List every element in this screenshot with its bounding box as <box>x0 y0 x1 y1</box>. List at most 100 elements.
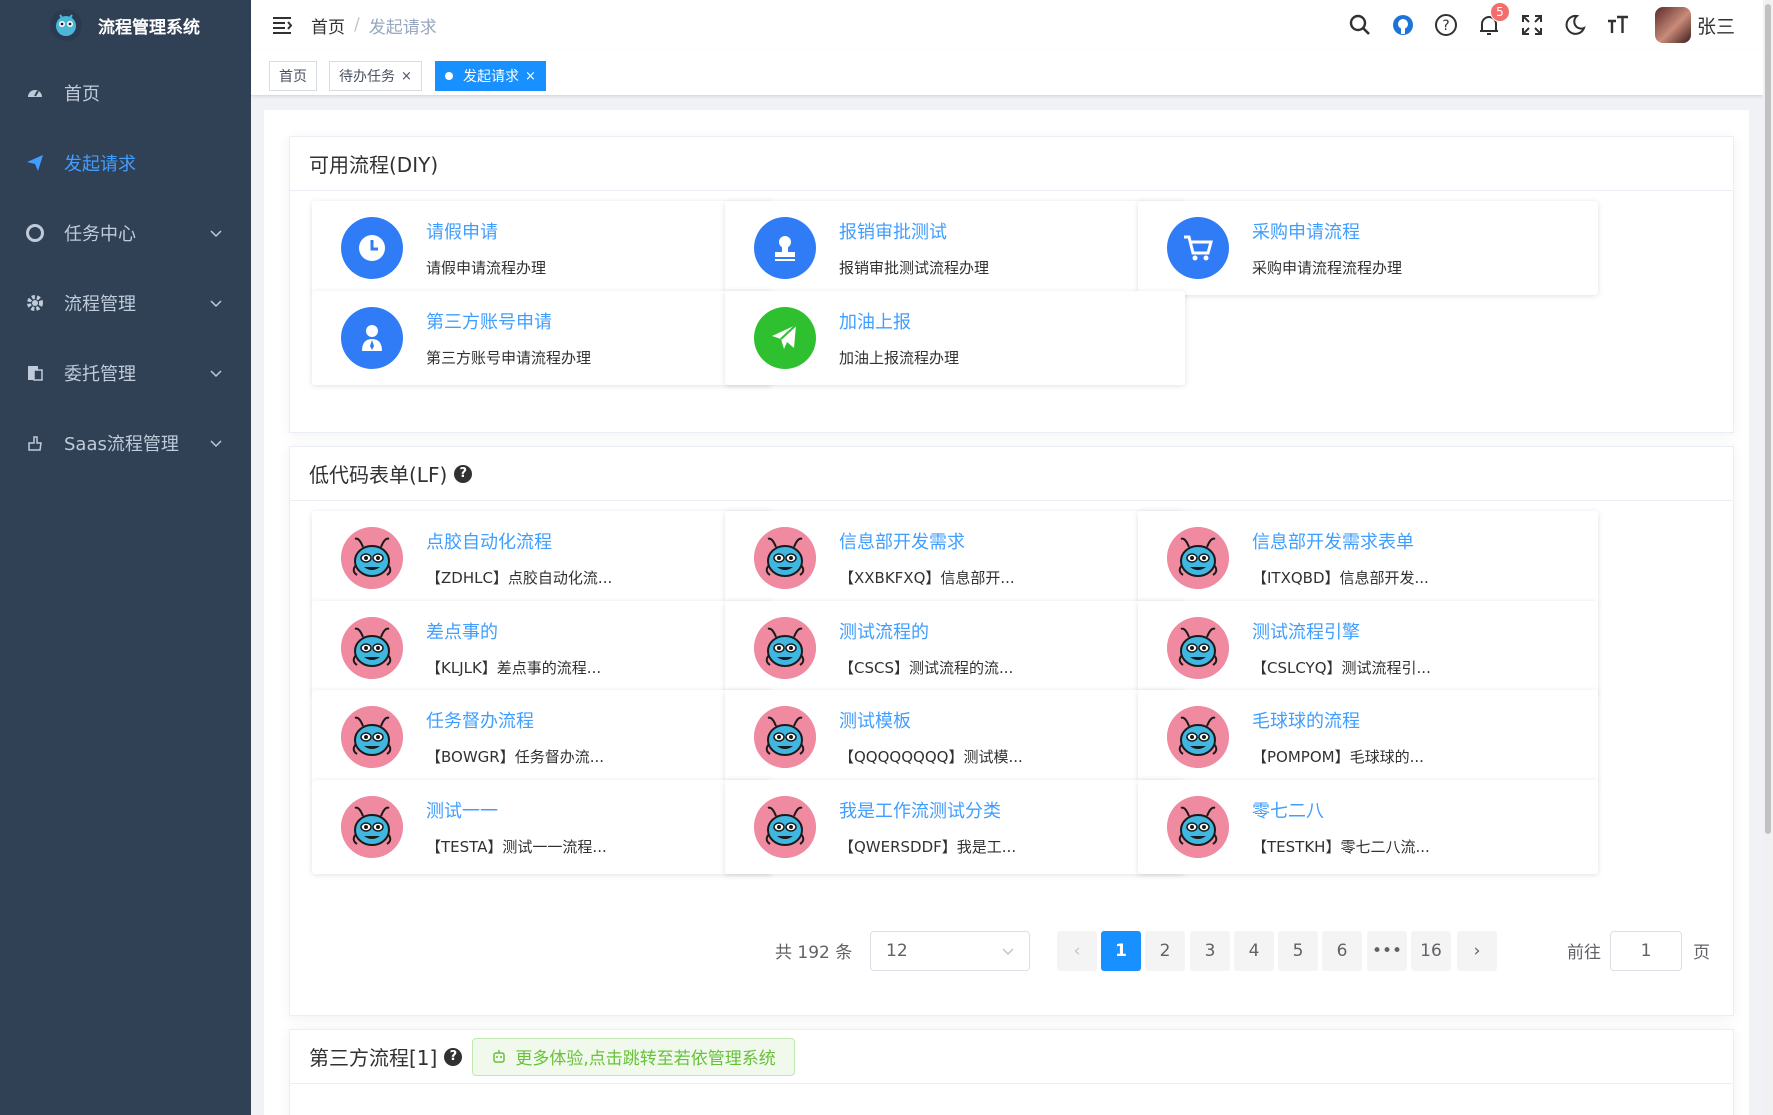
page-number-button[interactable]: 5 <box>1278 931 1318 971</box>
tag-home[interactable]: 首页 <box>269 61 317 91</box>
sidebar-item-delegation[interactable]: 委托管理 <box>0 338 251 408</box>
lf-process-item[interactable]: 毛球球的流程 【POMPOM】毛球球的... <box>1138 690 1598 784</box>
process-item-title[interactable]: 测试流程引擎 <box>1252 618 1360 644</box>
hamburger-icon[interactable] <box>271 14 293 36</box>
username[interactable]: 张三 <box>1697 12 1735 39</box>
process-item-title[interactable]: 第三方账号申请 <box>426 308 552 334</box>
process-item-title[interactable]: 任务督办流程 <box>426 707 534 733</box>
help-icon[interactable]: ? <box>454 464 473 483</box>
process-item-title[interactable]: 点胶自动化流程 <box>426 528 552 554</box>
page-number-button[interactable]: 16 <box>1411 931 1451 971</box>
process-item-title[interactable]: 零七二八 <box>1252 797 1324 823</box>
sidebar-item-home[interactable]: 首页 <box>0 58 251 128</box>
close-icon[interactable]: × <box>525 69 536 84</box>
process-item-title[interactable]: 测试模板 <box>839 707 911 733</box>
page-number-button[interactable]: 1 <box>1101 931 1141 971</box>
process-item-title[interactable]: 测试流程的 <box>839 618 929 644</box>
diy-process-item[interactable]: 第三方账号申请 第三方账号申请流程办理 <box>312 290 772 385</box>
lf-process-item[interactable]: 点胶自动化流程 【ZDHLC】点胶自动化流... <box>312 511 772 605</box>
third-party-card: 第三方流程[1] ? 更多体验,点击跳转至若依管理系统 <box>289 1029 1734 1115</box>
sidebar-menu: 首页 发起请求 任务中心 流程管理 委托管理 Saas流程管理 <box>0 58 251 478</box>
avatar[interactable] <box>1654 7 1691 43</box>
stamp-icon <box>754 217 816 279</box>
robot-icon <box>493 1049 506 1063</box>
close-icon[interactable]: × <box>401 69 412 84</box>
github-icon[interactable] <box>1390 12 1416 38</box>
diy-process-item[interactable]: 加油上报 加油上报流程办理 <box>725 290 1185 385</box>
sidebar-item-saas[interactable]: Saas流程管理 <box>0 408 251 478</box>
svg-text:?: ? <box>1442 18 1449 34</box>
page-number-button[interactable]: 6 <box>1322 931 1362 971</box>
process-item-title[interactable]: 信息部开发需求 <box>839 528 965 554</box>
mascot-icon <box>754 795 816 858</box>
process-item-title[interactable]: 采购申请流程 <box>1252 218 1360 244</box>
lf-process-item[interactable]: 任务督办流程 【BOWGR】任务督办流... <box>312 690 772 784</box>
lf-process-item[interactable]: 零七二八 【TESTKH】零七二八流... <box>1138 779 1598 874</box>
card-header: 可用流程(DIY) <box>290 137 1733 191</box>
lf-process-item[interactable]: 测试流程引擎【CSLCYQ】测试流程引... <box>1138 600 1598 695</box>
goto-page-input[interactable]: 1 <box>1610 931 1682 971</box>
help-icon[interactable]: ? <box>444 1047 463 1066</box>
header-actions: ? 5 张三 <box>1330 0 1735 50</box>
process-item-title[interactable]: 请假申请 <box>426 218 498 244</box>
lf-process-item[interactable]: 我是工作流测试分类 【QWERSDDF】我是工... <box>725 779 1185 874</box>
pagination: 共 192 条 12 ‹ 1 2 3 4 5 6 ••• 16 › 前往 1 页 <box>290 929 1735 971</box>
sidebar-item-start-request[interactable]: 发起请求 <box>0 128 251 198</box>
lf-process-item[interactable]: 测试流程的【CSCS】测试流程的流... <box>725 600 1185 695</box>
breadcrumb-home[interactable]: 首页 <box>311 13 345 38</box>
process-item-desc: 请假申请流程办理 <box>426 259 547 277</box>
next-page-button[interactable]: › <box>1457 931 1497 971</box>
diy-process-item[interactable]: 采购申请流程 采购申请流程流程办理 <box>1138 201 1598 295</box>
notice-text: 更多体验,点击跳转至若依管理系统 <box>515 1049 776 1069</box>
process-item-desc: 【CSLCYQ】测试流程引... <box>1252 658 1431 677</box>
lf-process-item[interactable]: 差点事的【KLJLK】差点事的流程... <box>312 600 772 695</box>
card-header: 低代码表单(LF) ? <box>290 447 1733 501</box>
process-item-title[interactable]: 我是工作流测试分类 <box>839 797 1001 823</box>
moon-icon[interactable] <box>1562 12 1588 38</box>
mascot-icon <box>1167 527 1229 589</box>
sidebar-item-process-management[interactable]: 流程管理 <box>0 268 251 338</box>
more-pages-button[interactable]: ••• <box>1367 931 1407 971</box>
process-item-desc: 【CSCS】测试流程的流... <box>839 658 1014 677</box>
prev-page-button[interactable]: ‹ <box>1057 931 1097 971</box>
process-item-title[interactable]: 信息部开发需求表单 <box>1252 528 1414 554</box>
tags-view: 首页 待办任务 × 发起请求 × <box>251 50 1773 96</box>
bell-icon[interactable]: 5 <box>1476 2 1510 38</box>
app-title: 流程管理系统 <box>98 17 200 38</box>
diy-process-card: 可用流程(DIY) 请假申请 请假申请流程办理 报销审批测试 报销审批测试流程办理 采购… <box>289 136 1734 433</box>
font-size-icon[interactable] <box>1605 12 1631 38</box>
scrollbar-thumb[interactable] <box>1765 4 1771 834</box>
fullscreen-icon[interactable] <box>1519 12 1545 38</box>
jump-notice[interactable]: 更多体验,点击跳转至若依管理系统 <box>472 1037 795 1076</box>
lf-process-item[interactable]: 测试一一 【TESTA】测试一一流程... <box>312 779 772 874</box>
app-logo[interactable]: 流程管理系统 <box>0 0 251 50</box>
page-scrollbar[interactable] <box>1763 0 1773 1115</box>
diy-process-item[interactable]: 报销审批测试 报销审批测试流程办理 <box>725 201 1185 295</box>
tag-start-request[interactable]: 发起请求 × <box>435 61 546 91</box>
process-item-title[interactable]: 测试一一 <box>426 797 498 823</box>
tag-label: 首页 <box>279 69 307 85</box>
lf-process-item[interactable]: 测试模板 【QQQQQQQQ】测试模... <box>725 690 1185 784</box>
lf-process-item[interactable]: 信息部开发需求 【XXBKFXQ】信息部开... <box>725 511 1185 605</box>
mascot-icon <box>341 706 403 768</box>
lifebuoy-icon <box>26 224 44 242</box>
logo-icon <box>50 9 82 41</box>
sidebar-item-task-center[interactable]: 任务中心 <box>0 198 251 268</box>
search-icon[interactable] <box>1347 12 1373 38</box>
process-item-title[interactable]: 毛球球的流程 <box>1252 707 1360 733</box>
process-item-title[interactable]: 差点事的 <box>426 618 498 644</box>
diy-process-item[interactable]: 请假申请请假申请流程办理 <box>312 201 772 295</box>
help-icon[interactable]: ? <box>1433 12 1459 38</box>
page-number-button[interactable]: 4 <box>1234 931 1274 971</box>
mascot-icon <box>1167 616 1229 679</box>
lf-process-item[interactable]: 信息部开发需求表单 【ITXQBD】信息部开发... <box>1138 511 1598 605</box>
main-content: 可用流程(DIY) 请假申请 请假申请流程办理 报销审批测试 报销审批测试流程办理 采购… <box>264 110 1749 1115</box>
page-size-select[interactable]: 12 <box>870 931 1030 971</box>
page-number-button[interactable]: 3 <box>1190 931 1230 971</box>
page-number-button[interactable]: 2 <box>1145 931 1185 971</box>
process-item-desc: 【KLJLK】差点事的流程... <box>426 658 602 677</box>
clock-icon <box>341 217 403 279</box>
tag-todo[interactable]: 待办任务 × <box>329 61 422 91</box>
process-item-title[interactable]: 报销审批测试 <box>839 218 947 244</box>
process-item-title[interactable]: 加油上报 <box>839 308 911 334</box>
